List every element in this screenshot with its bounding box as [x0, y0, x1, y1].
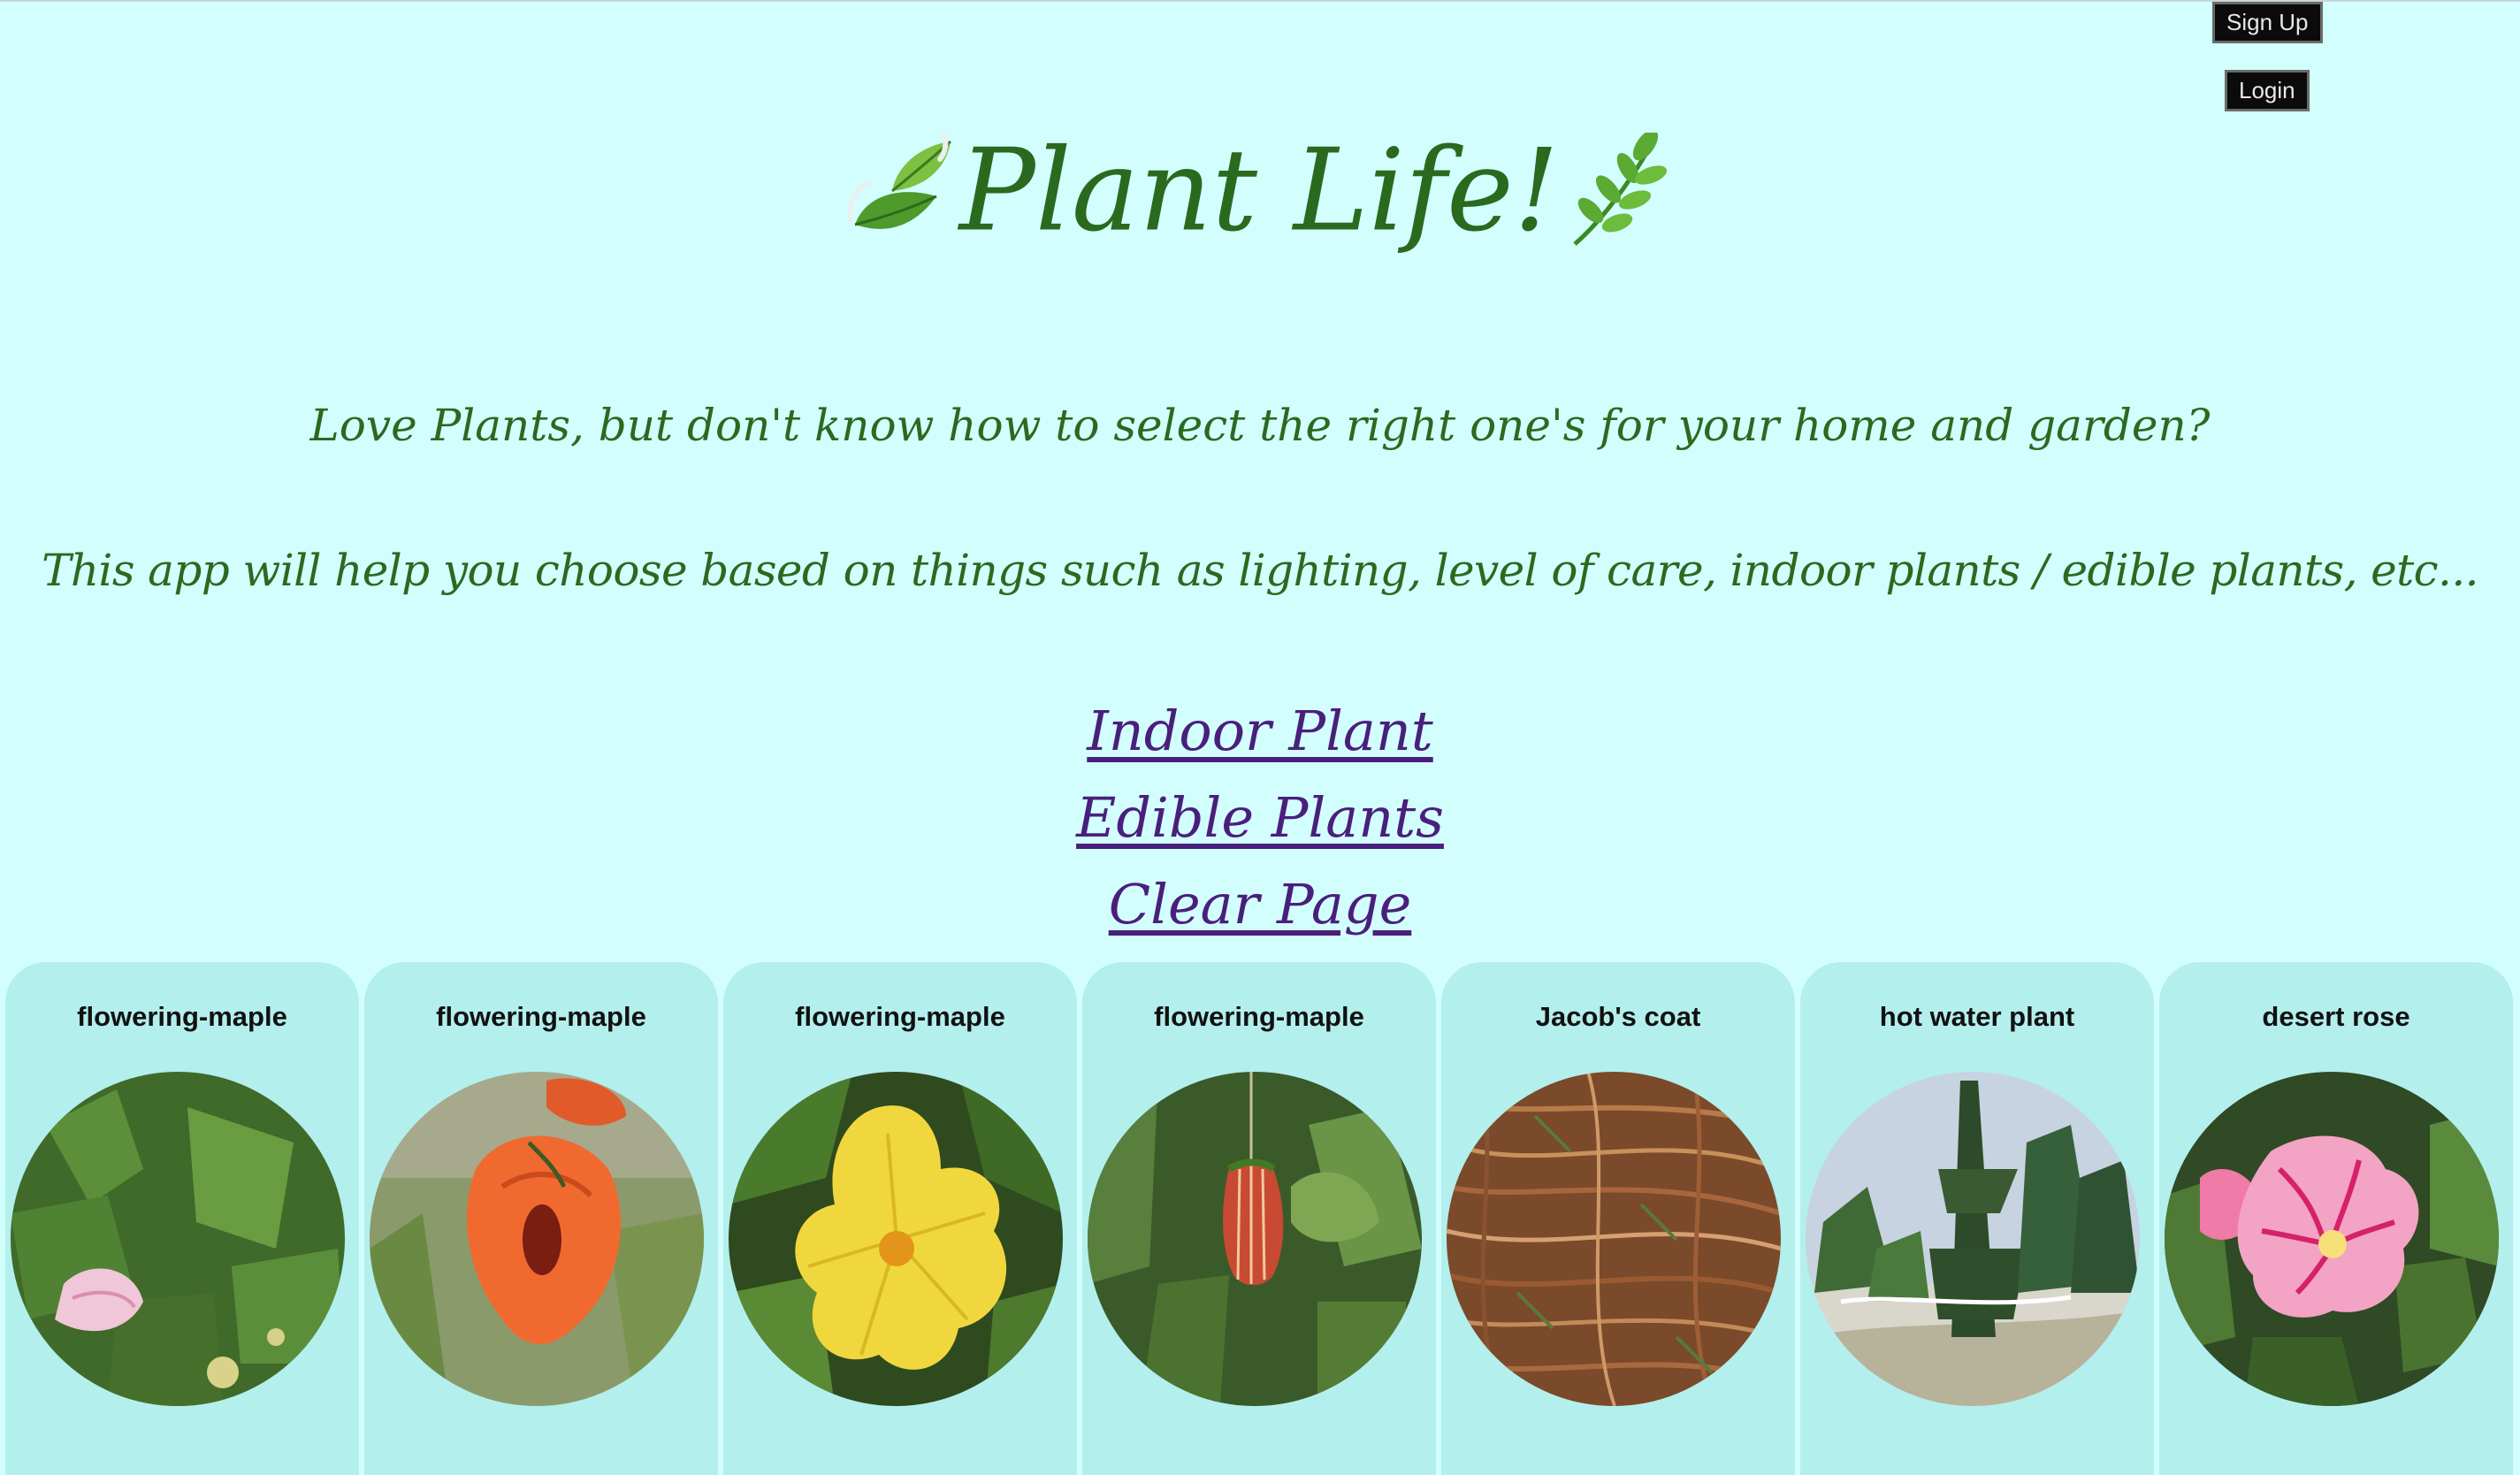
- plant-photo[interactable]: [729, 1072, 1063, 1406]
- plant-card[interactable]: flowering-maple: [364, 962, 718, 1475]
- sign-up-button[interactable]: Sign Up: [2212, 2, 2323, 43]
- plant-card[interactable]: flowering-maple: [723, 962, 1077, 1475]
- plant-photo[interactable]: [2165, 1072, 2499, 1406]
- plant-photo[interactable]: [370, 1072, 704, 1406]
- plant-name: flowering-maple: [77, 1001, 287, 1032]
- plant-card[interactable]: flowering-maple: [1082, 962, 1436, 1475]
- intro-question: Love Plants, but don't know how to selec…: [309, 400, 2211, 451]
- plant-card[interactable]: desert rose: [2159, 962, 2513, 1475]
- plant-photo[interactable]: [11, 1072, 345, 1406]
- plant-name: Jacob's coat: [1535, 1001, 1701, 1032]
- top-border: [0, 0, 2520, 2]
- intro-description: This app will help you choose based on t…: [42, 545, 2478, 596]
- plant-card[interactable]: Jacob's coat: [1441, 962, 1795, 1475]
- plant-photo[interactable]: [1088, 1072, 1422, 1406]
- plant-photo[interactable]: [1806, 1072, 2140, 1406]
- plant-name: flowering-maple: [436, 1001, 646, 1032]
- herb-icon: [1566, 129, 1672, 268]
- edible-plants-link[interactable]: Edible Plants: [1076, 785, 1444, 850]
- leaves-icon: [846, 130, 952, 268]
- clear-page-link[interactable]: Clear Page: [1109, 872, 1412, 936]
- plant-card[interactable]: flowering-maple: [5, 962, 359, 1475]
- plant-name: desert rose: [2262, 1001, 2410, 1032]
- page-title: Plant Life!: [958, 125, 1560, 257]
- plant-photo[interactable]: [1447, 1072, 1781, 1406]
- login-button[interactable]: Login: [2225, 70, 2310, 111]
- plant-name: flowering-maple: [795, 1001, 1005, 1032]
- plant-name: flowering-maple: [1154, 1001, 1364, 1032]
- plant-card[interactable]: hot water plant: [1800, 962, 2154, 1475]
- plant-name: hot water plant: [1879, 1001, 2075, 1032]
- page-title-row: Plant Life!: [0, 129, 2520, 268]
- indoor-plant-link[interactable]: Indoor Plant: [1087, 699, 1432, 763]
- plant-card-list: flowering-maple flowering-maple flowerin…: [0, 962, 2520, 1475]
